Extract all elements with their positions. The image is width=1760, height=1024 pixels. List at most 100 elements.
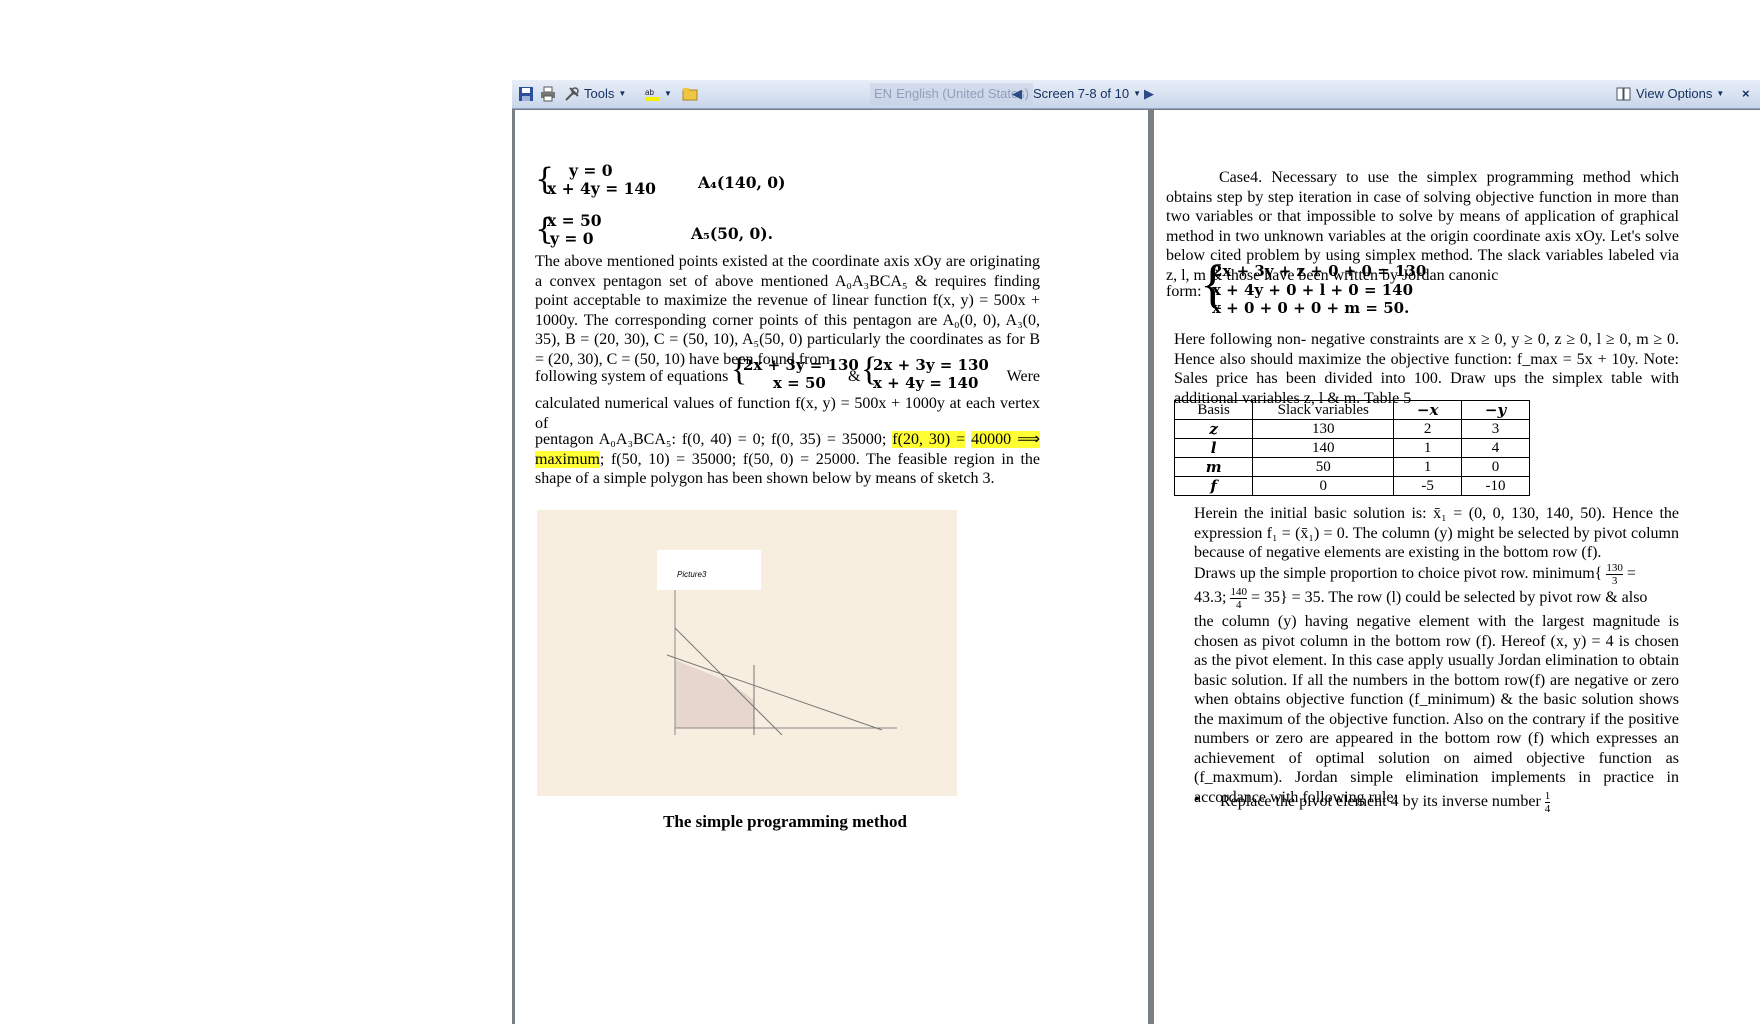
screen-indicator: Screen 7-8 of 10 (1033, 86, 1130, 101)
comment-button[interactable] (682, 84, 698, 104)
text: ; f(50, 10) = 35000; f(50, 0) = 25000. T… (535, 450, 1040, 488)
equation-line: x = 50 (773, 374, 826, 392)
system-a4: { y = 0 x + 4y = 140 (535, 162, 656, 198)
text: Replace the pivot element 4 by its inver… (1220, 793, 1541, 811)
triangle-right-icon: ▶ (1144, 86, 1154, 101)
table-cell: m (1173, 457, 1254, 477)
language-code: EN (874, 86, 893, 101)
paragraph: pentagon A₀A₃BCA₅: f(0, 40) = 0; f(0, 35… (535, 430, 1041, 489)
table-cell: -10 (1461, 476, 1530, 496)
highlighter-icon: ab (645, 88, 659, 101)
chevron-down-icon: ▼ (1133, 89, 1142, 98)
table-row: z 130 2 3 (1173, 419, 1530, 439)
table-cell: 3 (1461, 419, 1530, 439)
table-cell: l (1173, 438, 1254, 458)
table-cell: z (1173, 419, 1254, 439)
fraction: 140 4 (1230, 586, 1247, 611)
reading-toolbar: Tools ▼ ab ▼ EN English (United States) … (512, 80, 1760, 109)
table-header: Basis (1173, 400, 1254, 420)
sketch-3-image: Picture3 (537, 510, 957, 796)
fraction: 130 3 (1606, 562, 1623, 587)
right-page: Case4. Necessary to use the simplex prog… (1154, 110, 1760, 1024)
table-cell: 4 (1461, 438, 1530, 458)
prev-screen-button[interactable]: ◀ (1012, 84, 1022, 104)
language-indicator[interactable]: EN English (United States) (870, 83, 1034, 105)
tools-icon (565, 87, 579, 101)
next-screen-button[interactable]: ▶ (1144, 84, 1154, 104)
equation-line: x + 4y = 140 (547, 179, 656, 198)
table-row: f 0 -5 -10 (1173, 476, 1530, 496)
feasible-region (675, 660, 754, 728)
text: Draws up the simple proportion to choice… (1194, 565, 1603, 583)
folder-icon (682, 88, 698, 101)
highlighted-text: f(20, 30) = (892, 431, 966, 448)
svg-text:ab: ab (645, 88, 654, 97)
paragraph: the column (y) having negative element w… (1194, 613, 1679, 806)
table-cell: 0 (1461, 457, 1530, 477)
screen-selector[interactable]: Screen 7-8 of 10 ▼ (1033, 84, 1141, 104)
equation-line: x + 4y = 140 (873, 374, 979, 392)
table-cell: 130 (1252, 419, 1395, 439)
table-row: m 50 1 0 (1173, 457, 1530, 477)
equation-line: x = 50 (547, 211, 602, 230)
point-a4: A₄(140, 0) (698, 173, 786, 192)
table-cell: 50 (1252, 457, 1395, 477)
chevron-down-icon: ▼ (1716, 89, 1725, 98)
paragraph: calculated numerical values of function … (535, 395, 1040, 432)
equation-line: x + 4y + 0 + l + 0 = 140 (1212, 280, 1414, 299)
paragraph: The above mentioned points existed at th… (535, 253, 1040, 368)
highlight-button[interactable]: ab ▼ (644, 84, 672, 104)
table-cell: 140 (1252, 438, 1395, 458)
section-heading: The simple programming method (663, 812, 907, 831)
view-options-menu[interactable]: View Options ▼ (1616, 84, 1724, 104)
fraction-numerator: 140 (1230, 586, 1247, 599)
equation-line: x + 0 + 0 + 0 + m = 50. (1212, 299, 1410, 317)
system-a5: { x = 50 y = 0 (535, 212, 602, 248)
text: = 35} = 35. The row (l) could be selecte… (1250, 589, 1648, 607)
reading-view-window: Tools ▼ ab ▼ EN English (United States) … (512, 80, 1760, 1024)
table-header: Slack variables (1252, 400, 1395, 420)
save-icon (519, 87, 533, 101)
table-cell: -5 (1393, 476, 1463, 496)
chevron-down-icon: ▼ (664, 89, 672, 98)
tools-label: Tools (584, 86, 615, 101)
paragraph: Draws up the simple proportion to choice… (1194, 562, 1636, 587)
fraction-denominator: 4 (1544, 803, 1551, 815)
close-button[interactable]: × (1742, 84, 1750, 104)
tools-menu[interactable]: Tools ▼ (564, 84, 626, 104)
equation-line: 2x + 3y = 130 (873, 356, 989, 374)
text: form: (1166, 283, 1202, 300)
equation-line: y = 0 (569, 161, 613, 180)
equation-line: 2x + 3y + z + 0 + 0 = 130 (1212, 262, 1427, 280)
fraction: 14 (1544, 790, 1551, 815)
equation-line: y = 0 (550, 229, 594, 248)
paragraph: 43.3; 140 4 = 35} = 35. The row (l) could… (1194, 586, 1679, 611)
table-cell: 2 (1393, 419, 1463, 439)
fraction-numerator: 130 (1606, 562, 1623, 575)
view-options-icon (1616, 87, 1631, 101)
table-header: −x (1393, 400, 1463, 420)
print-button[interactable] (540, 84, 556, 104)
equation-systems-line: following system of equations { 2x + 3y … (535, 352, 1040, 396)
table-row: l 140 1 4 (1173, 438, 1530, 458)
text: following system of equations (535, 368, 729, 385)
table-header-row: Basis Slack variables −x −y (1173, 400, 1530, 420)
table-cell: 0 (1252, 476, 1395, 496)
bullet-item: • Replace the pivot element 4 by its inv… (1194, 790, 1679, 815)
table-cell: 1 (1393, 457, 1463, 477)
chevron-down-icon: ▼ (618, 89, 627, 98)
view-options-label: View Options (1636, 86, 1713, 101)
equation-line: 2x + 3y = 130 (743, 356, 859, 374)
table-cell: 1 (1393, 438, 1463, 458)
close-icon: × (1742, 86, 1750, 101)
left-page: { y = 0 x + 4y = 140 A₄(140, 0) { x = 50… (515, 110, 1148, 1024)
print-icon (541, 86, 555, 102)
simplex-table: Basis Slack variables −x −y z 130 2 3 l … (1173, 400, 1530, 496)
feasible-region-sketch (666, 590, 897, 736)
fraction-numerator: 1 (1544, 790, 1551, 803)
save-button[interactable] (518, 84, 534, 104)
bullet-icon: • (1194, 791, 1200, 808)
table-header: −y (1461, 400, 1530, 420)
text: & (848, 368, 861, 385)
text: 43.3; (1194, 589, 1227, 607)
